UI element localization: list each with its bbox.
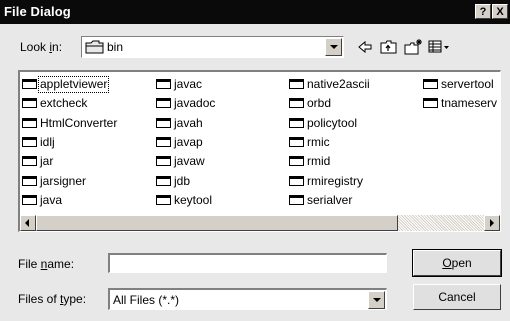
scroll-right-arrow-icon[interactable] (484, 215, 500, 231)
file-name: policytool (307, 115, 358, 130)
file-name: jarsigner (40, 173, 87, 188)
file-name: javap (174, 134, 203, 149)
file-name: serialver (307, 192, 353, 207)
file-name: javah (174, 115, 203, 130)
up-folder-icon[interactable] (378, 37, 400, 57)
file-icon (289, 194, 304, 205)
file-icon (156, 79, 171, 89)
look-in-value: bin (107, 40, 124, 54)
help-button[interactable]: ? (475, 4, 491, 19)
file-icon (423, 79, 438, 89)
title-bar[interactable]: File Dialog ? X (0, 0, 510, 24)
file-name: javadoc (174, 96, 216, 111)
file-type-label: Files of type: (18, 292, 87, 306)
file-icon (22, 194, 37, 205)
file-name: appletviewer (37, 76, 110, 93)
file-name: jdb (174, 173, 191, 188)
new-folder-icon[interactable] (402, 37, 424, 57)
file-icon (289, 79, 304, 89)
file-icon (423, 98, 438, 109)
file-icon (156, 136, 171, 147)
file-icon (156, 175, 171, 186)
dialog-title: File Dialog (4, 4, 71, 19)
file-icon (289, 156, 304, 167)
open-button[interactable]: Open (412, 249, 502, 277)
file-name-label: File name: (18, 257, 75, 271)
file-type-dropdown[interactable]: All Files (*.*) (108, 288, 387, 310)
horizontal-scrollbar[interactable] (20, 215, 500, 231)
file-icon (156, 117, 171, 128)
cancel-button[interactable]: Cancel (413, 284, 501, 310)
chevron-down-icon[interactable] (368, 291, 385, 309)
file-icon (22, 79, 37, 89)
scrollbar-track[interactable] (398, 215, 484, 231)
file-name: rmid (307, 154, 331, 169)
file-icon (289, 98, 304, 109)
file-icon (22, 175, 37, 186)
file-name: HtmlConverter (40, 115, 118, 130)
file-icon (22, 136, 37, 147)
file-name: keytool (174, 192, 213, 207)
file-icon (156, 98, 171, 109)
file-name: rmic (307, 134, 330, 149)
scroll-left-arrow-icon[interactable] (20, 215, 36, 231)
look-in-dropdown[interactable]: bin (81, 36, 344, 58)
file-name: javaw (174, 154, 205, 169)
file-icon (22, 98, 37, 109)
file-icon (156, 194, 171, 205)
file-name: servertool (441, 77, 494, 91)
file-name: tnameserv (441, 96, 498, 111)
file-type-value: All Files (*.*) (113, 293, 180, 307)
scrollbar-thumb[interactable] (36, 215, 398, 231)
file-list[interactable]: appletviewer extcheck HtmlConverter idlj jar… (18, 70, 501, 232)
file-name: native2ascii (307, 77, 370, 91)
view-menu-icon[interactable] (426, 37, 449, 57)
look-in-label: Look in: (20, 40, 63, 54)
file-icon (22, 156, 37, 167)
back-arrow-icon[interactable] (354, 37, 376, 57)
file-name: java (40, 192, 63, 207)
folder-icon (85, 40, 105, 57)
file-icon (22, 117, 37, 128)
file-name: rmiregistry (307, 173, 363, 188)
file-name-input[interactable] (108, 253, 387, 273)
file-icon (289, 175, 304, 186)
file-name: extcheck (40, 96, 88, 111)
file-icon (289, 117, 304, 128)
file-icon (289, 136, 304, 147)
chevron-down-icon[interactable] (325, 38, 342, 56)
file-icon (156, 156, 171, 167)
file-name: jar (40, 154, 54, 169)
close-button[interactable]: X (492, 4, 508, 19)
file-name: idlj (40, 134, 55, 149)
file-name: orbd (307, 96, 332, 111)
file-name: javac (174, 77, 203, 91)
file-dialog: File Dialog ? X Look in: bin appletviewe… (0, 0, 510, 321)
